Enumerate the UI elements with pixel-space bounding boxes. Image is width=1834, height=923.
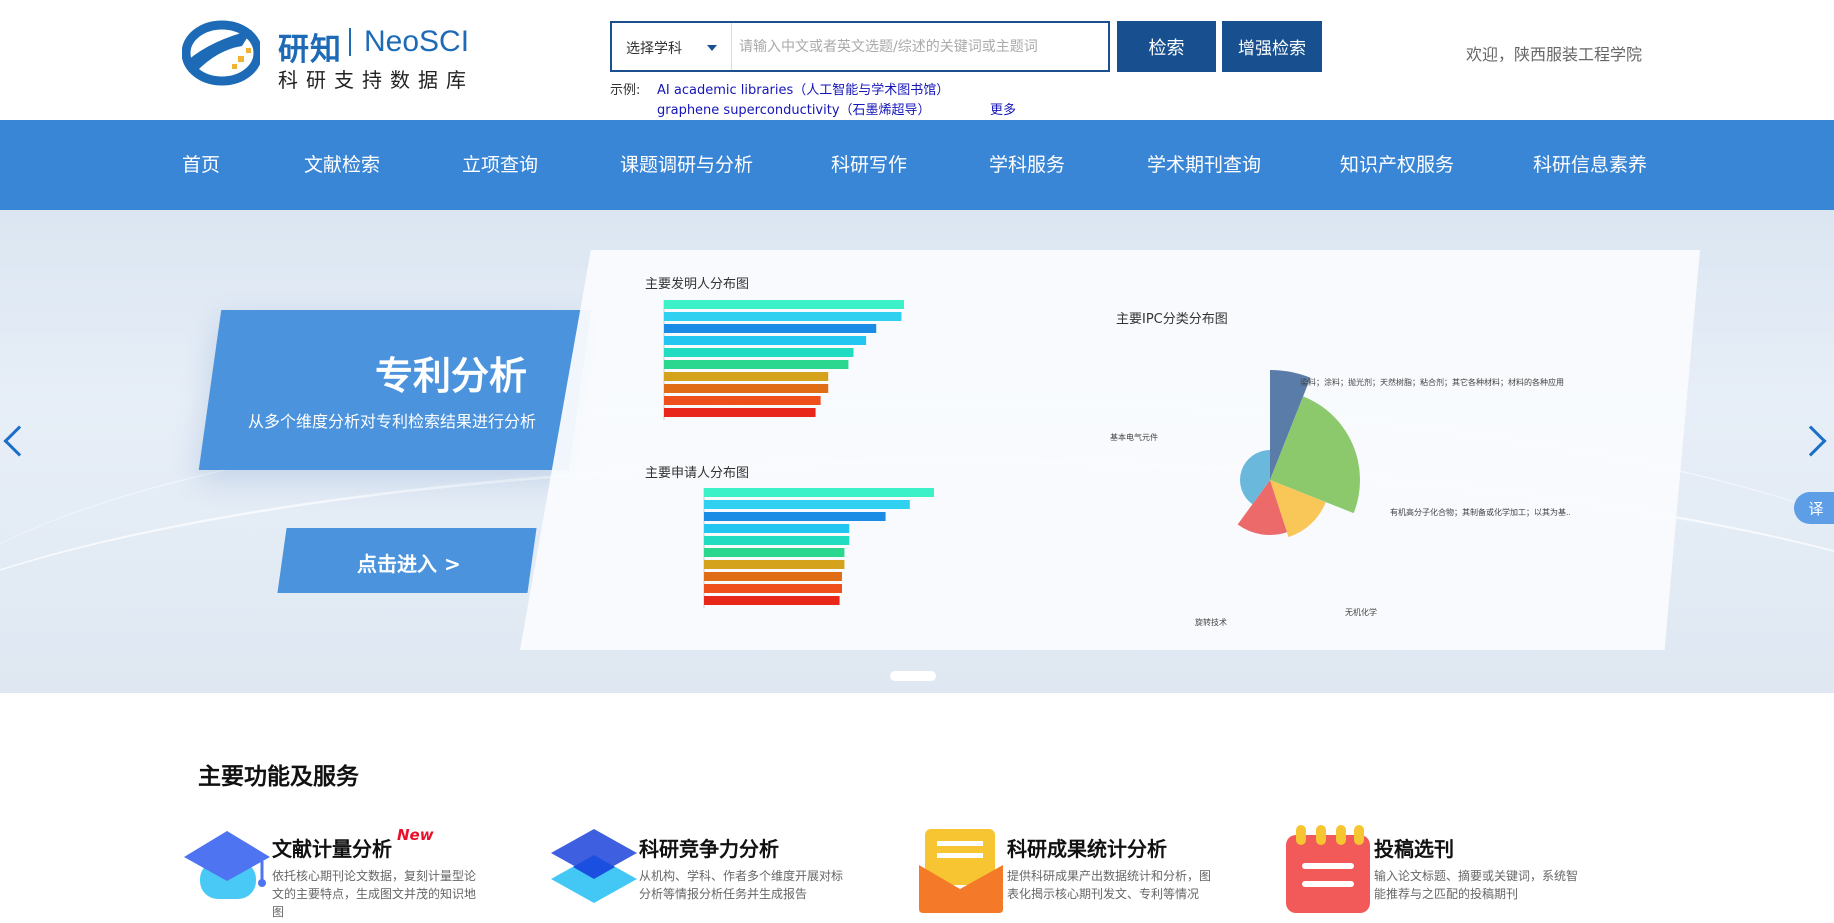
bar — [664, 396, 821, 405]
section-title: 主要功能及服务 — [198, 764, 359, 790]
logo-en-text: NeoSCI — [364, 25, 470, 58]
feature-title: 投稿选刊 — [1374, 837, 1454, 861]
subject-select-label: 选择学科 — [626, 41, 682, 57]
applicant-chart-title: 主要申请人分布图 — [645, 466, 750, 481]
feature-title: 科研成果统计分析 — [1007, 837, 1167, 861]
bar — [704, 596, 840, 605]
nav-info-literacy[interactable]: 科研信息素养 — [1533, 150, 1647, 177]
advanced-search-button[interactable]: 增强检索 — [1222, 21, 1322, 72]
subject-select[interactable]: 选择学科 — [612, 23, 732, 70]
logo-mark-icon — [182, 20, 260, 86]
bar — [704, 512, 886, 521]
bar — [704, 524, 850, 533]
bar — [664, 360, 849, 369]
feature-desc: 从机构、学科、作者多个维度开展对标分析等情报分析任务并生成报告 — [639, 869, 844, 901]
mail-report-icon — [919, 829, 1003, 913]
nav-literature-search[interactable]: 文献检索 — [304, 150, 380, 177]
nav-home[interactable]: 首页 — [182, 150, 220, 177]
chevron-down-icon — [707, 45, 717, 51]
nav-journal-query[interactable]: 学术期刊查询 — [1147, 150, 1261, 177]
feature-title: 科研竞争力分析 — [639, 837, 779, 861]
logo-separator — [349, 28, 351, 56]
enter-button[interactable]: 点击进入 > — [357, 548, 461, 577]
banner-carousel[interactable]: 专利分析 从多个维度分析对专利检索结果进行分析 点击进入 > 主要发明人分布图 … — [0, 210, 1834, 693]
logo-subtitle: 科研支持数据库 — [278, 68, 474, 92]
new-badge: New — [397, 826, 434, 844]
bar — [704, 536, 850, 545]
bar — [664, 336, 867, 345]
feature-competitiveness[interactable]: 科研竞争力分析 从机构、学科、作者多个维度开展对标分析等情报分析任务并生成报告 — [549, 825, 879, 923]
graduation-cap-icon — [184, 831, 270, 899]
main-nav: 首页 文献检索 立项查询 课题调研与分析 科研写作 学科服务 学术期刊查询 知识… — [0, 120, 1834, 210]
carousel-dot[interactable] — [890, 671, 936, 681]
bar — [664, 372, 829, 381]
nav-subject-service[interactable]: 学科服务 — [989, 150, 1065, 177]
feature-journal-selection[interactable]: 投稿选刊 输入论文标题、摘要或关键词，系统智能推荐与之匹配的投稿期刊 — [1284, 825, 1614, 923]
more-examples-link[interactable]: 更多 — [990, 99, 1016, 118]
nav-project-query[interactable]: 立项查询 — [462, 150, 538, 177]
pie-label: 染料；涂料；抛光剂；天然树脂；粘合剂；其它各种材料；材料的各种应用 — [1300, 377, 1564, 387]
applicant-bar-chart — [703, 488, 934, 608]
inventor-bar-chart — [663, 300, 904, 420]
bar — [704, 500, 910, 509]
feature-title: 文献计量分析 — [272, 837, 392, 861]
ipc-pie-chart: 基本电气元件有机高分子化合物；其制备或化学加工；以其为基... 无机化学旋转技术 染… — [1110, 370, 1570, 627]
site-logo[interactable]: 研知 NeoSCI 科研支持数据库 — [182, 20, 482, 92]
feature-achievement-stats[interactable]: 科研成果统计分析 提供科研成果产出数据统计和分析，图表化揭示核心期刊发文、专利等… — [917, 825, 1247, 923]
layers-icon — [551, 829, 637, 903]
bar — [704, 548, 845, 557]
translate-button[interactable]: 译 — [1794, 492, 1834, 524]
search-button[interactable]: 检索 — [1117, 21, 1216, 72]
feature-desc: 依托核心期刊论文数据，复刻计量型论文的主要特点，生成图文并茂的知识地图 — [272, 869, 477, 919]
bar — [704, 488, 934, 497]
example-link-1[interactable]: AI academic libraries（人工智能与学术图书馆） — [657, 79, 949, 98]
banner-subtitle: 从多个维度分析对专利检索结果进行分析 — [248, 412, 537, 431]
feature-bibliometric[interactable]: 文献计量分析 New 依托核心期刊论文数据，复刻计量型论文的主要特点，生成图文并… — [182, 825, 512, 923]
pie-label: 有机高分子化合物；其制备或化学加工；以其为基... — [1390, 507, 1570, 517]
bar — [664, 324, 877, 333]
nav-topic-research[interactable]: 课题调研与分析 — [620, 150, 753, 177]
bar — [664, 300, 904, 309]
search-box: 选择学科 — [610, 21, 1110, 72]
notepad-icon — [1286, 825, 1370, 913]
header: 研知 NeoSCI 科研支持数据库 选择学科 检索 增强检索 欢迎，陕西服装工程… — [0, 0, 1834, 120]
logo-cn-text: 研知 — [278, 32, 342, 68]
pie-label: 无机化学 — [1345, 607, 1377, 617]
search-input[interactable] — [733, 23, 1107, 70]
bar — [664, 384, 829, 393]
bar — [704, 584, 842, 593]
bar — [704, 560, 845, 569]
nav-ip-service[interactable]: 知识产权服务 — [1340, 150, 1454, 177]
bar — [704, 572, 842, 581]
bar — [664, 312, 902, 321]
feature-desc: 输入论文标题、摘要或关键词，系统智能推荐与之匹配的投稿期刊 — [1374, 869, 1579, 901]
banner-title: 专利分析 — [375, 354, 528, 398]
pie-label: 基本电气元件 — [1110, 432, 1158, 442]
example-link-2[interactable]: graphene superconductivity（石墨烯超导） — [657, 99, 931, 118]
bar — [664, 348, 854, 357]
feature-desc: 提供科研成果产出数据统计和分析，图表化揭示核心期刊发文、专利等情况 — [1007, 869, 1212, 901]
inventor-chart-title: 主要发明人分布图 — [645, 277, 750, 292]
nav-research-writing[interactable]: 科研写作 — [831, 150, 907, 177]
pie-label: 旋转技术 — [1195, 617, 1227, 627]
welcome-text: 欢迎，陕西服装工程学院 — [1466, 45, 1643, 64]
examples-label: 示例: — [610, 83, 641, 98]
bar — [664, 408, 816, 417]
ipc-chart-title: 主要IPC分类分布图 — [1116, 312, 1228, 327]
